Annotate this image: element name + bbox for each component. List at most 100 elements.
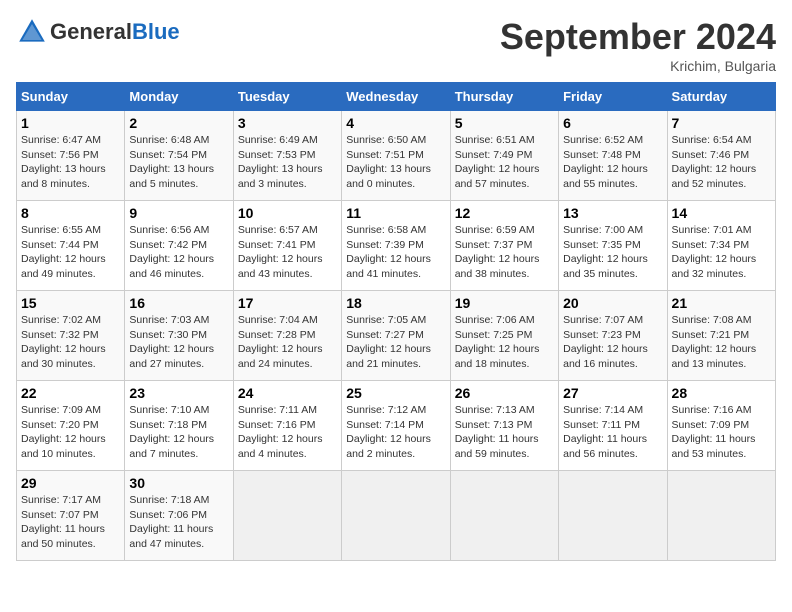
calendar-day-cell: 8Sunrise: 6:55 AMSunset: 7:44 PMDaylight… [17,201,125,291]
page-header: GeneralBlue September 2024 Krichim, Bulg… [16,16,776,74]
day-number: 14 [672,205,771,221]
day-info: Sunrise: 7:05 AMSunset: 7:27 PMDaylight:… [346,313,445,372]
calendar-day-cell: 3 Sunrise: 6:49 AMSunset: 7:53 PMDaylight… [233,111,341,201]
day-info: Sunrise: 7:08 AMSunset: 7:21 PMDaylight:… [672,313,771,372]
day-number: 23 [129,385,228,401]
calendar-day-cell: 13Sunrise: 7:00 AMSunset: 7:35 PMDayligh… [559,201,667,291]
calendar-day-cell: 17Sunrise: 7:04 AMSunset: 7:28 PMDayligh… [233,291,341,381]
day-info: Sunrise: 7:16 AMSunset: 7:09 PMDaylight:… [672,403,771,462]
calendar-day-cell: 30 Sunrise: 7:18 AMSunset: 7:06 PMDayligh… [125,471,233,561]
calendar-day-cell [450,471,558,561]
calendar-day-cell: 6 Sunrise: 6:52 AMSunset: 7:48 PMDaylight… [559,111,667,201]
day-info: Sunrise: 6:47 AMSunset: 7:56 PMDaylight:… [21,133,120,192]
calendar-day-cell: 4Sunrise: 6:50 AMSunset: 7:51 PMDaylight… [342,111,450,201]
day-info: Sunrise: 7:03 AMSunset: 7:30 PMDaylight:… [129,313,228,372]
logo-icon [16,16,48,48]
day-info: Sunrise: 6:48 AMSunset: 7:54 PMDaylight:… [129,133,228,192]
month-title: September 2024 [500,16,776,58]
calendar-day-cell: 23 Sunrise: 7:10 AMSunset: 7:18 PMDayligh… [125,381,233,471]
calendar-day-cell: 9 Sunrise: 6:56 AMSunset: 7:42 PMDaylight… [125,201,233,291]
calendar-week-row: 22Sunrise: 7:09 AMSunset: 7:20 PMDayligh… [17,381,776,471]
day-number: 1 [21,115,120,131]
day-info: Sunrise: 7:12 AMSunset: 7:14 PMDaylight:… [346,403,445,462]
day-number: 3 [238,115,337,131]
calendar-day-cell: 18Sunrise: 7:05 AMSunset: 7:27 PMDayligh… [342,291,450,381]
calendar-day-cell: 19Sunrise: 7:06 AMSunset: 7:25 PMDayligh… [450,291,558,381]
day-info: Sunrise: 7:14 AMSunset: 7:11 PMDaylight:… [563,403,662,462]
logo: GeneralBlue [16,16,180,48]
day-number: 2 [129,115,228,131]
day-info: Sunrise: 7:02 AMSunset: 7:32 PMDaylight:… [21,313,120,372]
calendar-day-cell: 28Sunrise: 7:16 AMSunset: 7:09 PMDayligh… [667,381,775,471]
calendar-day-cell: 22Sunrise: 7:09 AMSunset: 7:20 PMDayligh… [17,381,125,471]
calendar-week-row: 15 Sunrise: 7:02 AMSunset: 7:32 PMDayligh… [17,291,776,381]
day-info: Sunrise: 7:10 AMSunset: 7:18 PMDaylight:… [129,403,228,462]
calendar-day-cell: 24Sunrise: 7:11 AMSunset: 7:16 PMDayligh… [233,381,341,471]
day-number: 15 [21,295,120,311]
day-info: Sunrise: 6:58 AMSunset: 7:39 PMDaylight:… [346,223,445,282]
day-number: 7 [672,115,771,131]
calendar-day-cell: 26 Sunrise: 7:13 AMSunset: 7:13 PMDayligh… [450,381,558,471]
day-info: Sunrise: 6:51 AMSunset: 7:49 PMDaylight:… [455,133,554,192]
calendar-day-cell: 1 Sunrise: 6:47 AMSunset: 7:56 PMDaylight… [17,111,125,201]
day-of-week-header: Wednesday [342,83,450,111]
calendar-day-cell: 21Sunrise: 7:08 AMSunset: 7:21 PMDayligh… [667,291,775,381]
day-info: Sunrise: 6:49 AMSunset: 7:53 PMDaylight:… [238,133,337,192]
header-row: SundayMondayTuesdayWednesdayThursdayFrid… [17,83,776,111]
calendar-day-cell: 12Sunrise: 6:59 AMSunset: 7:37 PMDayligh… [450,201,558,291]
day-info: Sunrise: 7:07 AMSunset: 7:23 PMDaylight:… [563,313,662,372]
calendar-day-cell: 11Sunrise: 6:58 AMSunset: 7:39 PMDayligh… [342,201,450,291]
day-info: Sunrise: 7:00 AMSunset: 7:35 PMDaylight:… [563,223,662,282]
calendar-day-cell: 5 Sunrise: 6:51 AMSunset: 7:49 PMDaylight… [450,111,558,201]
logo-blue-text: Blue [132,19,180,44]
day-info: Sunrise: 6:56 AMSunset: 7:42 PMDaylight:… [129,223,228,282]
day-number: 27 [563,385,662,401]
calendar-day-cell: 7 Sunrise: 6:54 AMSunset: 7:46 PMDaylight… [667,111,775,201]
day-info: Sunrise: 6:54 AMSunset: 7:46 PMDaylight:… [672,133,771,192]
calendar-day-cell: 25 Sunrise: 7:12 AMSunset: 7:14 PMDayligh… [342,381,450,471]
day-number: 9 [129,205,228,221]
day-info: Sunrise: 6:57 AMSunset: 7:41 PMDaylight:… [238,223,337,282]
calendar-day-cell: 15 Sunrise: 7:02 AMSunset: 7:32 PMDayligh… [17,291,125,381]
day-of-week-header: Tuesday [233,83,341,111]
calendar-day-cell: 10 Sunrise: 6:57 AMSunset: 7:41 PMDayligh… [233,201,341,291]
calendar-day-cell: 16Sunrise: 7:03 AMSunset: 7:30 PMDayligh… [125,291,233,381]
calendar-week-row: 1 Sunrise: 6:47 AMSunset: 7:56 PMDaylight… [17,111,776,201]
calendar-day-cell [559,471,667,561]
day-number: 8 [21,205,120,221]
day-info: Sunrise: 7:11 AMSunset: 7:16 PMDaylight:… [238,403,337,462]
day-number: 5 [455,115,554,131]
day-number: 30 [129,475,228,491]
calendar-week-row: 8Sunrise: 6:55 AMSunset: 7:44 PMDaylight… [17,201,776,291]
logo-general-text: General [50,19,132,44]
day-info: Sunrise: 7:13 AMSunset: 7:13 PMDaylight:… [455,403,554,462]
title-block: September 2024 Krichim, Bulgaria [500,16,776,74]
day-of-week-header: Thursday [450,83,558,111]
day-info: Sunrise: 7:09 AMSunset: 7:20 PMDaylight:… [21,403,120,462]
day-of-week-header: Sunday [17,83,125,111]
day-of-week-header: Saturday [667,83,775,111]
calendar-week-row: 29Sunrise: 7:17 AMSunset: 7:07 PMDayligh… [17,471,776,561]
day-number: 4 [346,115,445,131]
calendar-day-cell: 27 Sunrise: 7:14 AMSunset: 7:11 PMDayligh… [559,381,667,471]
day-of-week-header: Monday [125,83,233,111]
day-info: Sunrise: 7:01 AMSunset: 7:34 PMDaylight:… [672,223,771,282]
day-number: 29 [21,475,120,491]
calendar-day-cell: 20Sunrise: 7:07 AMSunset: 7:23 PMDayligh… [559,291,667,381]
day-number: 26 [455,385,554,401]
day-number: 10 [238,205,337,221]
day-number: 25 [346,385,445,401]
calendar-day-cell: 14 Sunrise: 7:01 AMSunset: 7:34 PMDayligh… [667,201,775,291]
day-of-week-header: Friday [559,83,667,111]
calendar-day-cell: 29Sunrise: 7:17 AMSunset: 7:07 PMDayligh… [17,471,125,561]
day-info: Sunrise: 7:18 AMSunset: 7:06 PMDaylight:… [129,493,228,552]
day-info: Sunrise: 6:52 AMSunset: 7:48 PMDaylight:… [563,133,662,192]
location: Krichim, Bulgaria [500,58,776,74]
day-number: 6 [563,115,662,131]
calendar-day-cell [233,471,341,561]
day-info: Sunrise: 7:04 AMSunset: 7:28 PMDaylight:… [238,313,337,372]
day-info: Sunrise: 7:06 AMSunset: 7:25 PMDaylight:… [455,313,554,372]
calendar-day-cell [667,471,775,561]
calendar-day-cell: 2 Sunrise: 6:48 AMSunset: 7:54 PMDaylight… [125,111,233,201]
calendar-day-cell [342,471,450,561]
